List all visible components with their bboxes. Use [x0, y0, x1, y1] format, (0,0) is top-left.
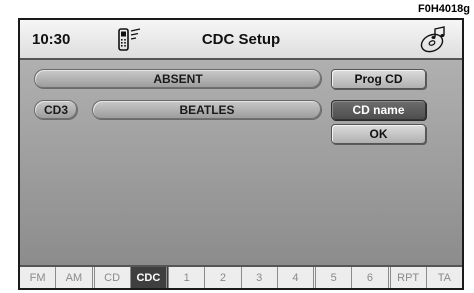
status-field: ABSENT [34, 69, 322, 89]
tab-ta[interactable]: TA [426, 267, 462, 288]
ok-button[interactable]: OK [331, 124, 426, 144]
prog-cd-button[interactable]: Prog CD [331, 69, 426, 89]
tab-preset-6[interactable]: 6 [352, 267, 391, 288]
header-bar: 10:30 CDC Setup [20, 20, 462, 60]
source-tab-bar: FM AM CD CDC 1 2 3 4 5 6 RPT TA [20, 265, 462, 288]
tab-am[interactable]: AM [56, 267, 95, 288]
tab-preset-1[interactable]: 1 [169, 267, 206, 288]
tab-preset-3[interactable]: 3 [241, 267, 278, 288]
tab-cd[interactable]: CD [94, 267, 131, 288]
tab-preset-5[interactable]: 5 [316, 267, 353, 288]
tab-fm[interactable]: FM [20, 267, 57, 288]
disc-number-label: CD3 [34, 100, 78, 120]
screen-title: CDC Setup [201, 31, 281, 48]
disc-name-field: BEATLES [92, 100, 322, 120]
tab-preset-4[interactable]: 4 [277, 267, 316, 288]
main-content: ABSENT CD3 BEATLES Prog CD CD name OK [20, 60, 462, 265]
cd-music-icon [420, 26, 445, 53]
tab-rpt[interactable]: RPT [390, 267, 427, 288]
figure-code: F0H4018g [418, 3, 470, 15]
tab-preset-2[interactable]: 2 [205, 267, 242, 288]
tab-cdc[interactable]: CDC [130, 267, 169, 288]
display-screen: 10:30 CDC Setup ABSENT CD3 BEATLES Prog … [18, 18, 464, 290]
cd-name-button[interactable]: CD name [331, 100, 426, 120]
